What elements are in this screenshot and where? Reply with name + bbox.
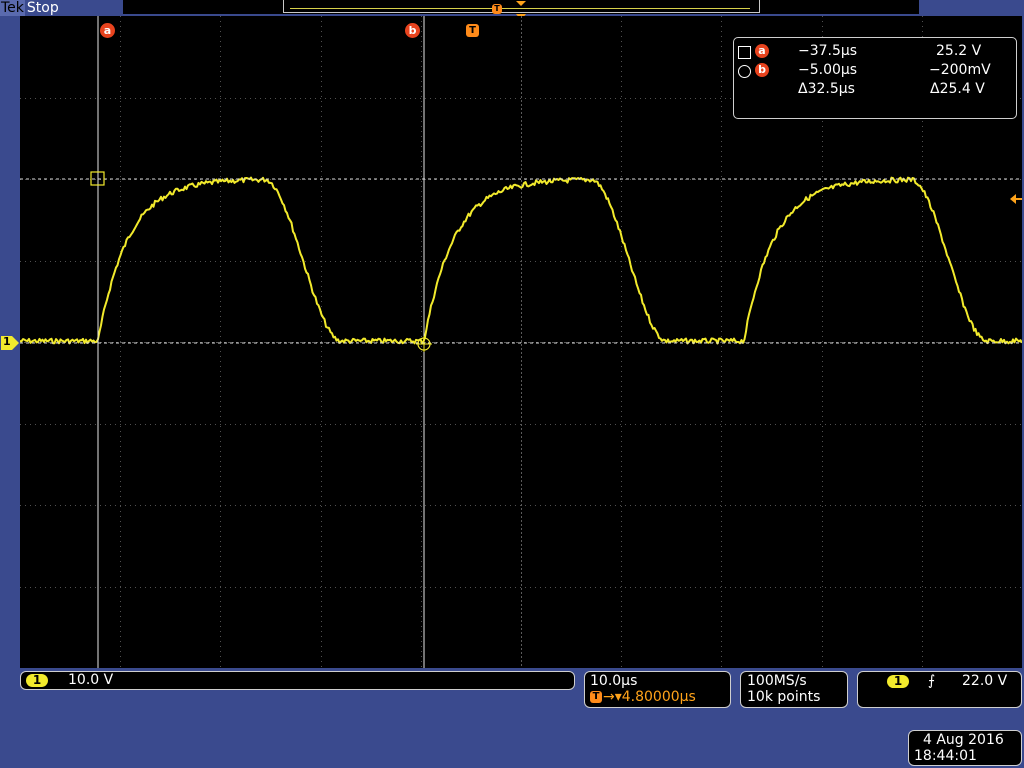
readout-a-time: −37.5µs [798,43,858,59]
readout-delta-time: Δ32.5µs [798,81,855,97]
datetime-box: 4 Aug 2016 18:44:01 [908,730,1022,766]
cursor-b-label[interactable]: b [405,23,420,38]
readout-b-volts: −200mV [929,62,991,78]
trigger-source-badge: 1 [887,675,909,688]
readout-row-b: b −5.00µs −200mV [734,61,1016,80]
trigger-delay: →▾4.80000µs [603,689,696,705]
readout-row-delta: Δ32.5µs Δ25.4 V [734,80,1016,99]
readout-a-badge: a [755,44,769,58]
channel-1-ground-label: 1 [3,335,11,348]
readout-b-badge: b [755,63,769,77]
time-label: 18:44:01 [914,748,977,764]
channel-1-badge: 1 [26,674,48,687]
brand-status: Tek Stop [0,0,59,16]
channel-1-scale-box[interactable]: 1 10.0 V [20,671,575,690]
readout-row-a: a −37.5µs 25.2 V [734,42,1016,61]
trigger-level-marker[interactable] [1009,193,1023,205]
brand-logo: Tek [0,0,25,16]
waveform-display[interactable]: a b T a −37.5µs 25.2 V b −5.00µs −200mV … [20,16,1022,668]
channel-1-scale: 10.0 V [68,672,114,688]
sample-rate: 100MS/s [747,673,807,689]
trigger-delay-icon: T [590,691,602,703]
readout-delta-volts: Δ25.4 V [930,81,985,97]
trigger-box[interactable]: 1 ⨍ 22.0 V [857,671,1022,708]
date-label: 4 Aug 2016 [923,732,1004,748]
timebase-box[interactable]: 10.0µs T →▾4.80000µs [584,671,731,708]
trigger-slope-icon: ⨍ [928,673,936,689]
cursor-readout-panel: a −37.5µs 25.2 V b −5.00µs −200mV Δ32.5µ… [733,37,1017,119]
record-length: 10k points [747,689,821,705]
circle-icon [738,65,751,78]
trigger-level: 22.0 V [962,673,1008,689]
acquisition-state: Stop [26,0,59,16]
record-trigger-marker: T [492,4,502,14]
timebase-scale: 10.0µs [590,673,638,689]
cursor-a-label[interactable]: a [100,23,115,38]
trigger-time-marker[interactable]: T [466,24,479,37]
readout-b-time: −5.00µs [798,62,858,78]
square-icon [738,46,751,59]
readout-a-volts: 25.2 V [936,43,982,59]
acquisition-box[interactable]: 100MS/s 10k points [740,671,848,708]
